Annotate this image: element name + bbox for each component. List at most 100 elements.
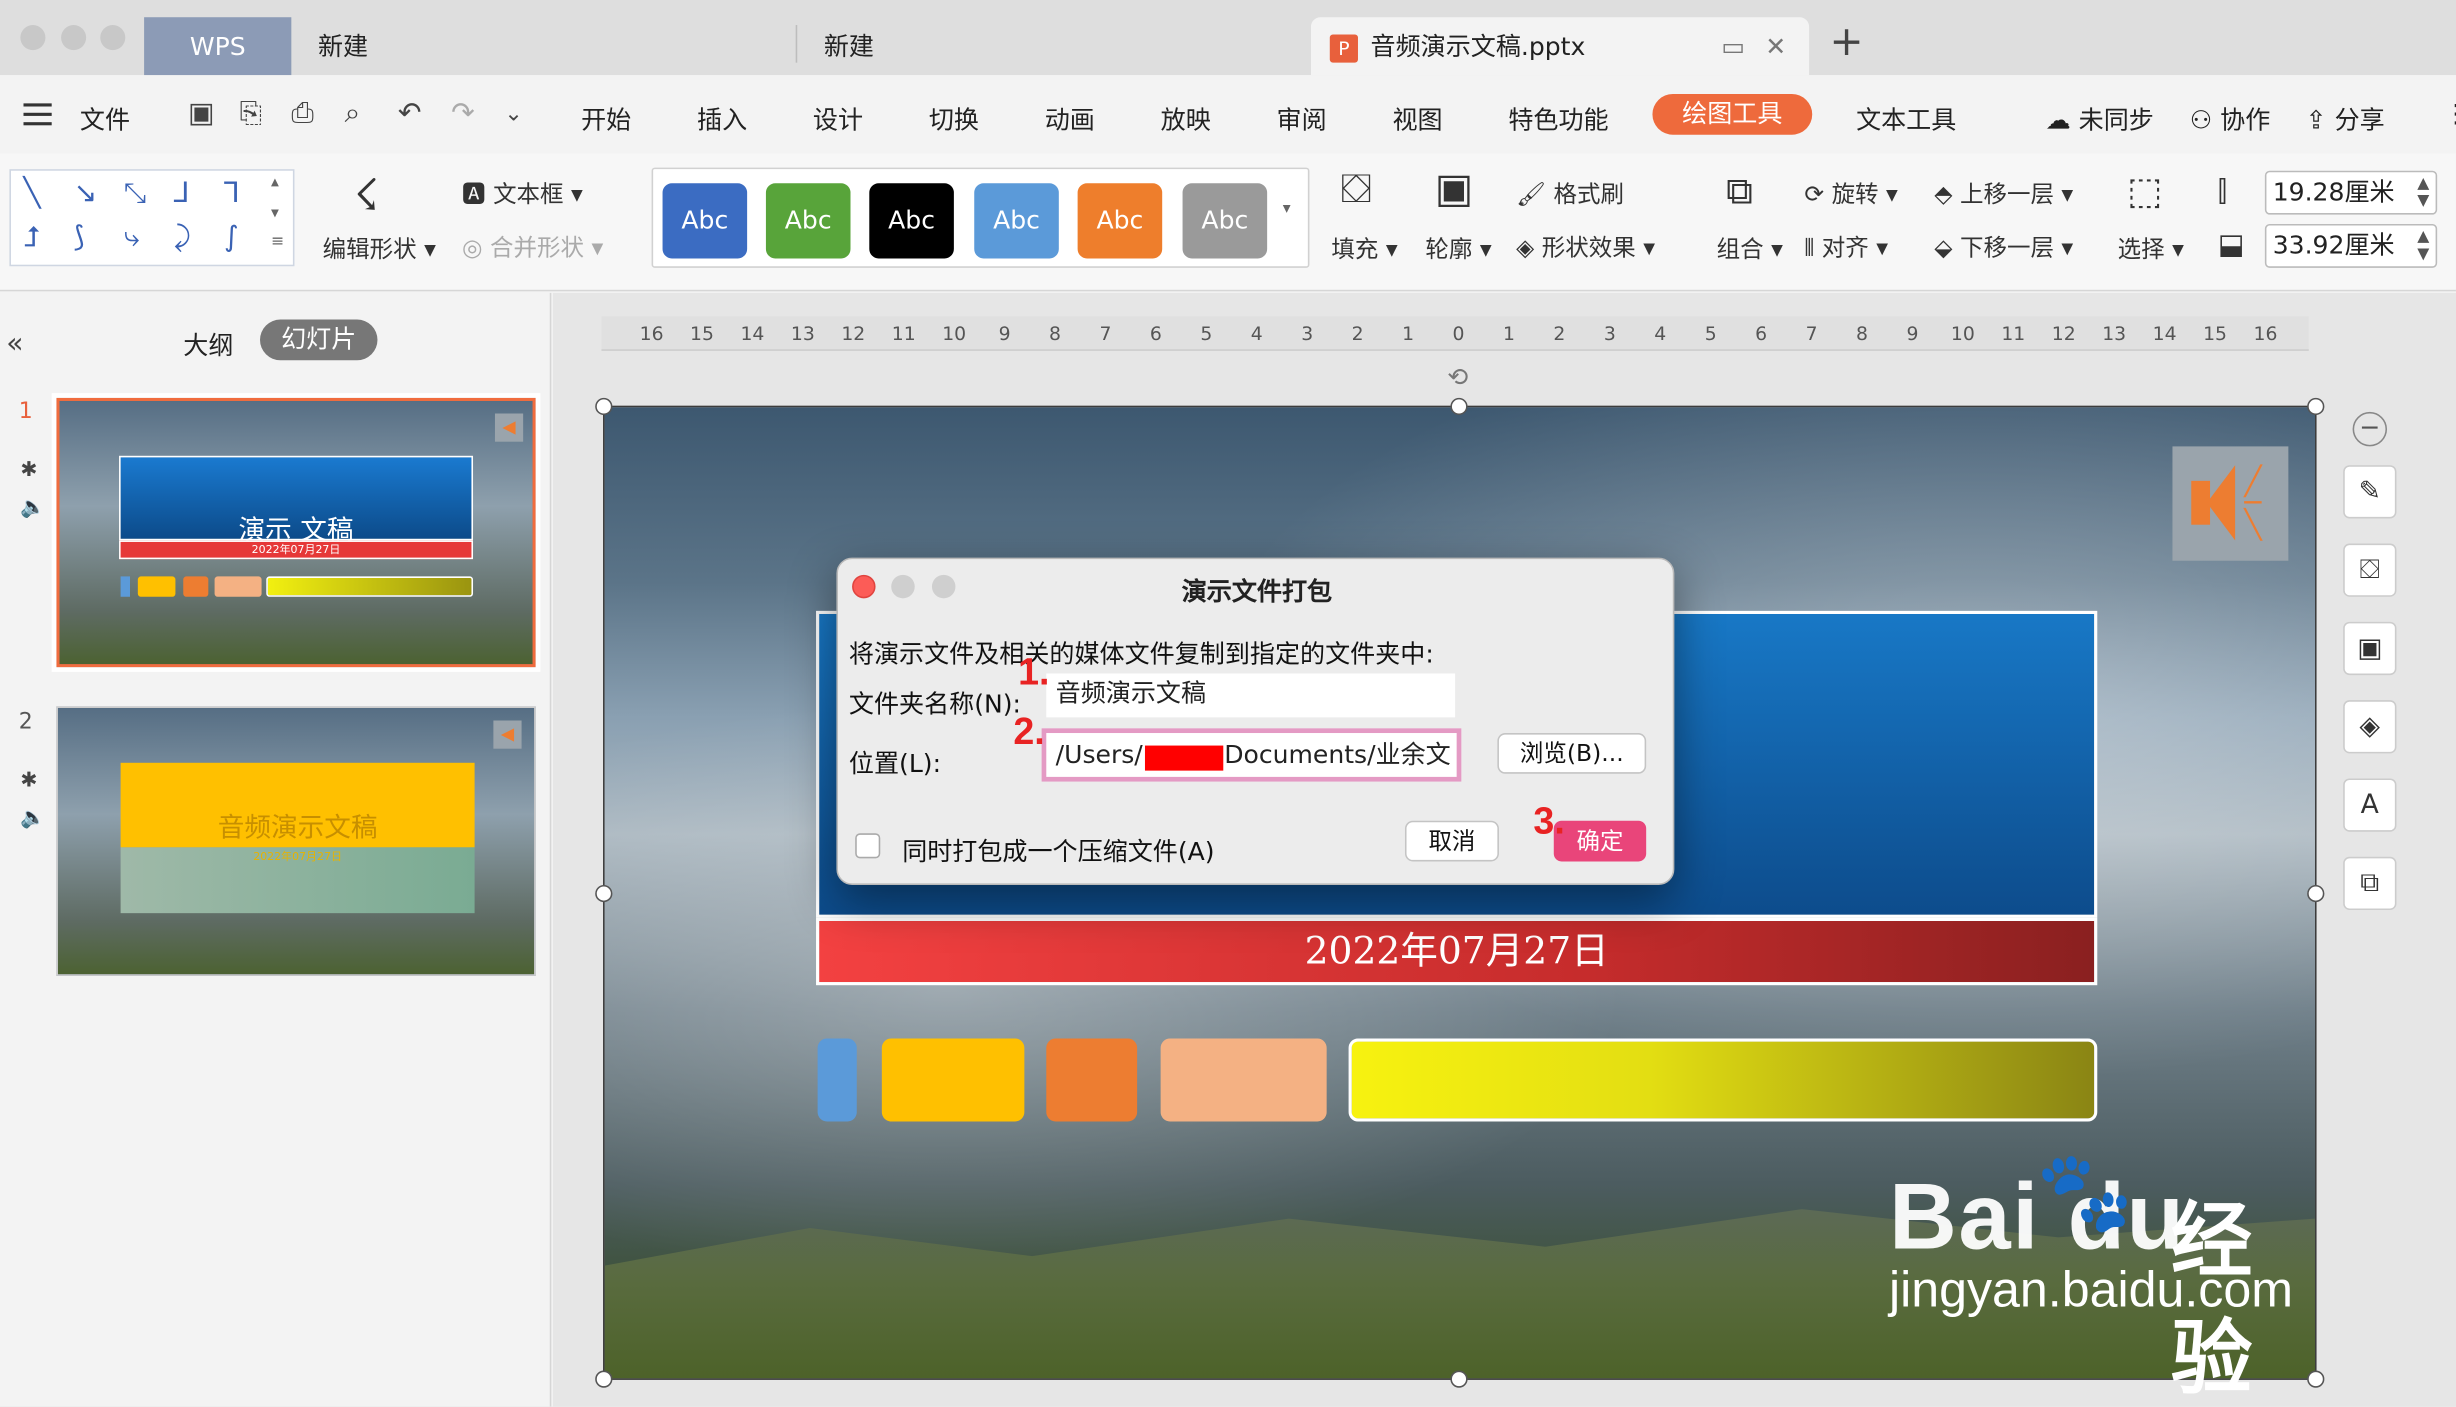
shape-peach-rect[interactable]: [1160, 1038, 1327, 1122]
fill-icon[interactable]: ⛋: [1341, 166, 1372, 215]
bring-forward-button[interactable]: ⬘ 上移一层 ▾: [1934, 177, 2073, 210]
menu-drawing-tools[interactable]: 绘图工具: [1652, 93, 1813, 135]
cancel-button[interactable]: 取消: [1404, 820, 1499, 862]
shape-height-field[interactable]: 19.28厘米 ▲ ▼: [2264, 170, 2438, 215]
tab-document[interactable]: P 音频演示文稿.pptx ▭ ✕: [1310, 17, 1810, 76]
new-tab-button[interactable]: +: [1829, 19, 1863, 66]
fill-tool-icon[interactable]: ⛋: [2343, 543, 2397, 597]
slide-thumbnail-2[interactable]: 音频演示文稿 2022年07月27日 ◀: [56, 706, 536, 976]
close-window-button[interactable]: [20, 25, 46, 51]
window-restore-icon[interactable]: ▭: [1721, 17, 1745, 75]
folder-name-input[interactable]: 音频演示文稿: [1046, 673, 1456, 718]
curved-double-arrow-icon[interactable]: ⤸: [174, 221, 191, 254]
object-properties-icon[interactable]: ⧉: [2343, 856, 2397, 911]
shape-blue-rect[interactable]: [817, 1038, 857, 1122]
print-preview-icon[interactable]: ⌕: [345, 97, 361, 130]
shape-gradient-bar[interactable]: [1348, 1038, 2098, 1122]
menu-special[interactable]: 特色功能: [1508, 99, 1608, 137]
shape-style-blue[interactable]: Abc: [662, 183, 748, 259]
expand-gallery-icon[interactable]: ≡: [271, 233, 284, 250]
edit-shape-button[interactable]: 编辑形状 ▾: [323, 232, 436, 265]
resize-handle[interactable]: [1450, 397, 1468, 416]
group-icon[interactable]: ⧉: [1726, 169, 1753, 213]
menu-animation[interactable]: 动画: [1045, 99, 1095, 137]
resize-handle[interactable]: [595, 884, 613, 903]
horizontal-ruler[interactable]: 16 15 14 13 12 11 10 9 8 7 6 5 4 3 2 1 0 1 2 3 4 5 6 7 8 9 10 11 12 1…: [601, 316, 2309, 351]
date-text[interactable]: 2022年07月27日: [816, 917, 2098, 986]
location-input[interactable]: /Users/Documents/业余文: [1041, 728, 1462, 782]
collaborate-button[interactable]: ⚇ 协作: [2190, 99, 2271, 137]
rotate-button[interactable]: ⟳ 旋转 ▾: [1804, 177, 1897, 210]
ok-button[interactable]: 确定: [1553, 820, 1647, 862]
tab-slides[interactable]: 幻灯片: [260, 319, 378, 361]
menu-insert[interactable]: 插入: [697, 99, 747, 137]
shape-effect-button[interactable]: ◈ 形状效果 ▾: [1516, 230, 1655, 263]
group-button[interactable]: 组合 ▾: [1717, 232, 1783, 265]
more-icon[interactable]: ⋮: [2443, 99, 2456, 129]
elbow-double-arrow-icon[interactable]: ⮥: [23, 221, 40, 254]
sync-status[interactable]: ☁ 未同步: [2046, 99, 2154, 137]
hamburger-menu-icon[interactable]: [23, 103, 52, 126]
slide-thumbnail-1[interactable]: 演示 文稿 2022年07月27日 ◀: [51, 393, 541, 672]
menu-slideshow[interactable]: 放映: [1161, 99, 1211, 137]
scroll-down-icon[interactable]: ▾: [271, 205, 279, 222]
shape-style-black[interactable]: Abc: [869, 183, 954, 259]
tab-outline[interactable]: 大纲: [183, 324, 233, 362]
resize-handle[interactable]: [595, 1370, 613, 1388]
pen-tool-icon[interactable]: ✎: [2343, 465, 2397, 519]
menu-text-tools[interactable]: 文本工具: [1856, 99, 1956, 137]
resize-handle[interactable]: [2307, 1370, 2325, 1388]
curved-arrow-icon[interactable]: ⤷: [124, 221, 140, 254]
audio-speaker-icon[interactable]: ╱ ─ ╲: [2172, 446, 2289, 561]
fill-button[interactable]: 填充 ▾: [1331, 232, 1397, 265]
textbox-button[interactable]: 🅰 文本框 ▾: [462, 177, 583, 210]
outline-tool-icon[interactable]: ▣: [2343, 621, 2397, 676]
shape-yellow-rect[interactable]: [881, 1038, 1025, 1122]
menu-start[interactable]: 开始: [581, 99, 631, 137]
print-icon[interactable]: ⎙: [291, 97, 314, 130]
shape-style-green[interactable]: Abc: [765, 183, 851, 259]
width-stepper-icon[interactable]: ▲ ▼: [2417, 229, 2429, 263]
save-icon[interactable]: ▣: [188, 97, 215, 130]
chevron-down-icon[interactable]: ⌄: [504, 102, 522, 127]
select-icon[interactable]: ⬚: [2127, 169, 2163, 213]
menu-design[interactable]: 设计: [813, 99, 863, 137]
scroll-up-icon[interactable]: ▴: [271, 174, 279, 191]
close-tab-icon[interactable]: ✕: [1765, 17, 1786, 75]
arrow-shape-icon[interactable]: ↘: [74, 177, 98, 210]
resize-handle[interactable]: [1450, 1370, 1468, 1388]
tab-new-2[interactable]: 新建: [824, 17, 874, 75]
select-button[interactable]: 选择 ▾: [2118, 232, 2184, 265]
collapse-panel-icon[interactable]: «: [6, 327, 23, 360]
freeform-icon[interactable]: ∫: [224, 221, 239, 254]
outline-button[interactable]: 轮廓 ▾: [1425, 232, 1491, 265]
format-painter-button[interactable]: 🖌 格式刷: [1516, 177, 1624, 210]
export-pdf-icon[interactable]: ⎘: [240, 97, 263, 130]
zoom-out-icon[interactable]: −: [2352, 411, 2388, 447]
undo-icon[interactable]: ↶: [398, 97, 422, 130]
resize-handle[interactable]: [2307, 884, 2325, 903]
height-stepper-icon[interactable]: ▲ ▼: [2417, 175, 2429, 209]
outline-icon[interactable]: ▣: [1435, 166, 1473, 213]
resize-handle[interactable]: [2307, 397, 2325, 416]
text-tool-icon[interactable]: A: [2343, 778, 2397, 832]
rotate-handle-icon[interactable]: ⟲: [1447, 362, 1468, 392]
shape-orange-rect[interactable]: [1046, 1038, 1138, 1122]
layers-icon[interactable]: ◈: [2343, 700, 2397, 754]
resize-handle[interactable]: [595, 397, 613, 416]
zoom-window-button[interactable]: [100, 25, 126, 51]
shape-gallery[interactable]: ╲ ↘ ⤡ ⅃ ⅂ ⮥ ⟆ ⤷ ⤸ ∫ ▴ ▾ ≡: [9, 169, 295, 267]
redo-icon[interactable]: ↷: [451, 97, 475, 130]
double-arrow-shape-icon[interactable]: ⤡: [124, 177, 147, 210]
shape-style-orange[interactable]: Abc: [1077, 183, 1163, 259]
line-shape-icon[interactable]: ╲: [23, 177, 40, 210]
menu-view[interactable]: 视图: [1392, 99, 1442, 137]
minimize-window-button[interactable]: [61, 25, 87, 51]
tab-wps[interactable]: WPS: [144, 17, 292, 76]
expand-styles-icon[interactable]: ▾: [1283, 200, 1291, 217]
elbow-connector-icon[interactable]: ⅃: [174, 177, 190, 210]
curved-connector-icon[interactable]: ⟆: [74, 221, 85, 254]
shape-style-lightblue[interactable]: Abc: [974, 183, 1059, 259]
send-backward-button[interactable]: ⬙ 下移一层 ▾: [1934, 230, 2073, 263]
menu-transition[interactable]: 切换: [929, 99, 979, 137]
